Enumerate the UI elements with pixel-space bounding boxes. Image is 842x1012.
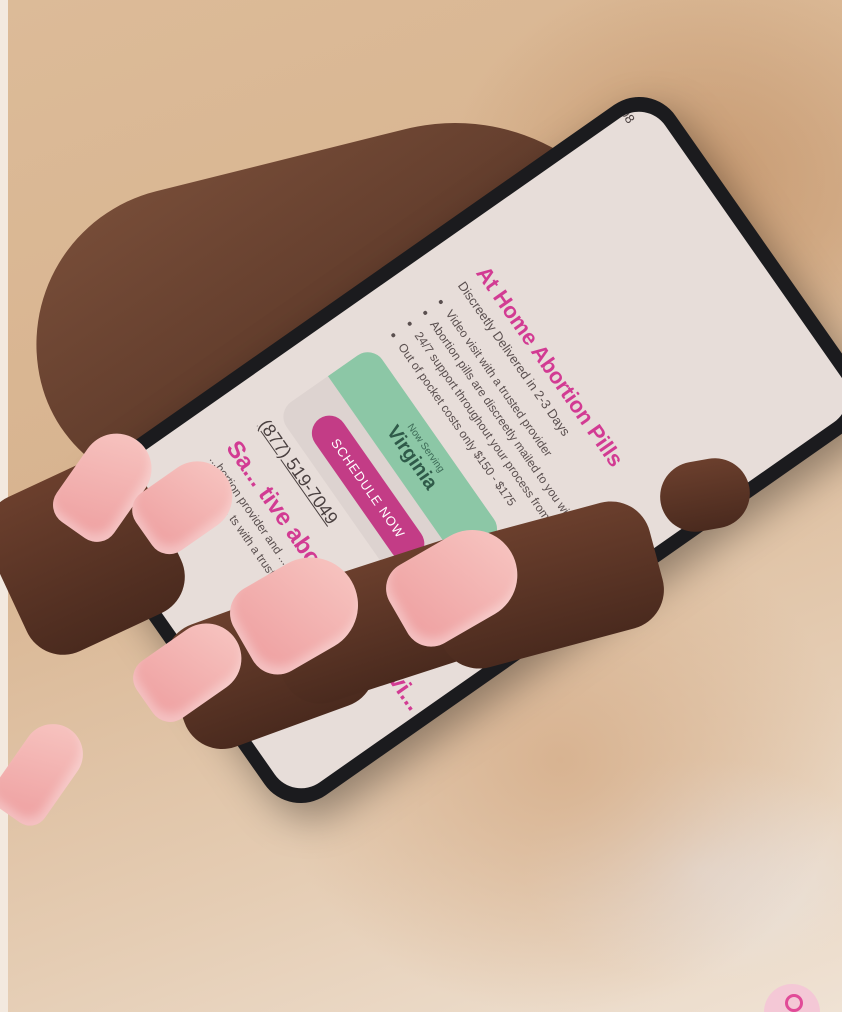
pink-circle-icon — [785, 994, 803, 1012]
status-bar-time: 9:08 — [610, 99, 638, 127]
